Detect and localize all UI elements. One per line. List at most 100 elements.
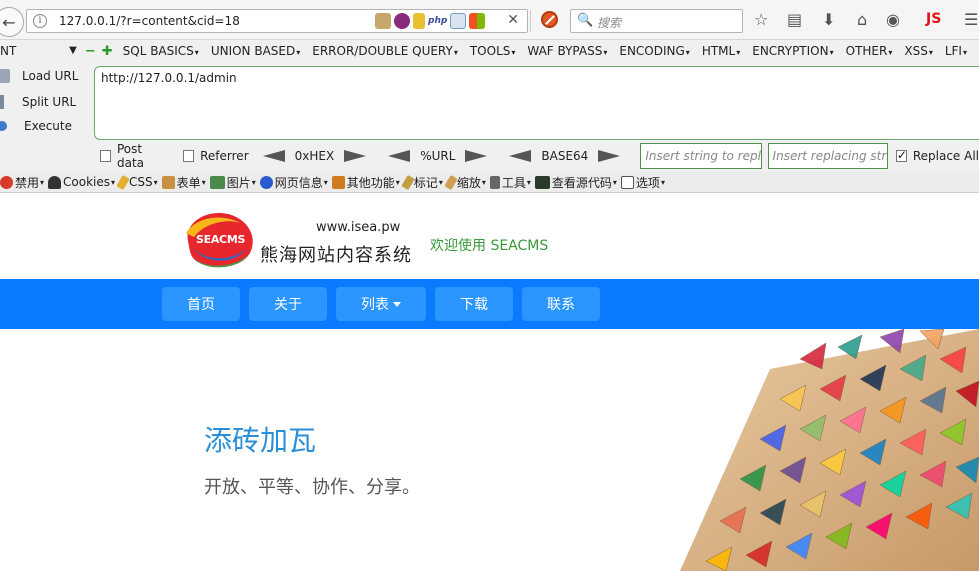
menu-tools[interactable]: TOOLS▾: [470, 44, 516, 58]
menu-union-based[interactable]: UNION BASED▾: [211, 44, 300, 58]
caret-down-icon: [393, 301, 401, 307]
execute-icon: [0, 121, 7, 131]
load-url-button[interactable]: Load URL: [0, 66, 78, 86]
menu-waf-bypass[interactable]: WAF BYPASS▾: [527, 44, 607, 58]
site-header: SEACMS www.isea.pw 熊海网站内容系统 欢迎使用 SEACMS: [0, 193, 979, 279]
urlbar-addon-icons: php: [375, 12, 486, 30]
menu-sql-basics[interactable]: SQL BASICS▾: [123, 44, 199, 58]
toolbar-cookies[interactable]: Cookies ▾: [48, 175, 115, 189]
hex-encoder: 0xHEX: [262, 149, 367, 163]
post-data-label: Post data: [116, 142, 144, 170]
download-icon[interactable]: ⬇: [822, 10, 835, 29]
wrench-icon: [489, 175, 500, 189]
toolbar-forms[interactable]: 表单 ▾: [161, 174, 206, 191]
hackbar-options: Post data Referrer 0xHEX %URL BASE64 Ins…: [0, 142, 979, 170]
resize-icon: [444, 174, 458, 190]
page-edit-icon[interactable]: [450, 13, 467, 29]
hex-label: 0xHEX: [294, 149, 335, 163]
base64-encoder: BASE64: [509, 149, 621, 163]
eggplant-icon[interactable]: [394, 13, 410, 29]
web-developer-toolbar: 禁用 ▾ Cookies ▾ CSS ▾ 表单 ▾ 图片 ▾ 网页信息 ▾ 其他功能 ▾ 标记…: [0, 172, 979, 193]
person-icon: [48, 175, 62, 189]
hero-subtitle: 开放、平等、协作、分享。: [204, 477, 420, 498]
php-icon[interactable]: php: [428, 16, 447, 26]
search-bar[interactable]: 🔍 搜索: [570, 9, 743, 33]
noscript-icon[interactable]: [541, 11, 558, 28]
toolbar-outline[interactable]: 标记 ▾: [401, 174, 443, 191]
reading-list-icon[interactable]: ▤: [787, 10, 802, 29]
home-badge-icon[interactable]: [375, 13, 391, 29]
toolbar-tools[interactable]: 工具 ▾: [489, 174, 531, 191]
post-data-checkbox[interactable]: [100, 150, 111, 162]
toolbar-images[interactable]: 图片 ▾: [209, 174, 256, 191]
url-decode-arrow-icon[interactable]: [388, 150, 411, 162]
back-button[interactable]: ←: [0, 7, 24, 37]
chevron-down-icon: ▼: [69, 45, 77, 56]
image-icon: [209, 175, 225, 189]
split-url-button[interactable]: Split URL: [0, 92, 76, 112]
load-url-icon: [0, 69, 10, 83]
insert-string-input[interactable]: Insert string to replace: [640, 143, 762, 169]
toolbar-options[interactable]: 选项 ▾: [620, 174, 665, 191]
web-page: SEACMS www.isea.pw 熊海网站内容系统 欢迎使用 SEACMS …: [0, 193, 979, 571]
hex-encode-arrow-icon[interactable]: [344, 150, 367, 162]
hackbar-url-textarea[interactable]: http://127.0.0.1/admin: [94, 66, 979, 140]
replace-all-label: Replace All: [912, 149, 979, 163]
url-encode-arrow-icon[interactable]: [465, 150, 488, 162]
referrer-label: Referrer: [200, 149, 249, 163]
execute-label: Execute: [24, 119, 72, 133]
nav-about[interactable]: 关于: [249, 287, 327, 321]
replacing-string-input[interactable]: Insert replacing string: [767, 143, 888, 169]
disable-icon: [0, 175, 13, 189]
menu-icon[interactable]: ☰: [964, 10, 978, 29]
toolbar-divider: [530, 10, 531, 32]
plus-icon[interactable]: ✚: [102, 44, 113, 59]
menu-xss[interactable]: XSS▾: [904, 44, 932, 58]
menu-other[interactable]: OTHER▾: [846, 44, 893, 58]
home-icon[interactable]: ⌂: [857, 10, 867, 29]
bookmark-star-icon[interactable]: ☆: [754, 10, 768, 29]
base64-encode-arrow-icon[interactable]: [598, 150, 621, 162]
hackbar-url-value: http://127.0.0.1/admin: [101, 71, 237, 85]
toolbar-css[interactable]: CSS ▾: [116, 174, 158, 190]
search-placeholder: 搜索: [597, 16, 622, 30]
toolbar-page-info[interactable]: 网页信息 ▾: [259, 174, 328, 191]
load-url-label: Load URL: [22, 69, 79, 83]
info-icon[interactable]: i: [33, 14, 47, 28]
menu-html[interactable]: HTML▾: [702, 44, 740, 58]
menu-error-double-query[interactable]: ERROR/DOUBLE QUERY▾: [312, 44, 458, 58]
toolbar-disable[interactable]: 禁用 ▾: [0, 174, 44, 191]
colored-pencils-image: [650, 329, 979, 571]
misc-icon: [331, 175, 345, 189]
base64-label: BASE64: [541, 149, 589, 163]
execute-button[interactable]: Execute: [0, 116, 72, 136]
menu-encryption[interactable]: ENCRYPTION▾: [752, 44, 833, 58]
close-icon[interactable]: ✕: [507, 12, 519, 28]
js-toggle-badge[interactable]: JS: [926, 11, 941, 27]
globe-icon[interactable]: ◉: [886, 10, 900, 29]
menu-encoding[interactable]: ENCODING▾: [619, 44, 689, 58]
lock-icon[interactable]: [413, 13, 425, 29]
split-url-icon: [0, 95, 4, 109]
replace-all-checkbox[interactable]: [895, 148, 907, 162]
hackbar-select-value: NT: [0, 44, 17, 58]
nav-list[interactable]: 列表: [336, 287, 426, 321]
base64-decode-arrow-icon[interactable]: [509, 150, 532, 162]
menu-lfi[interactable]: LFI▾: [945, 44, 967, 58]
nav-download[interactable]: 下载: [435, 287, 513, 321]
split-url-label: Split URL: [22, 95, 77, 109]
toolbar-misc[interactable]: 其他功能 ▾: [331, 174, 400, 191]
url-bar[interactable]: i 127.0.0.1/?r=content&cid=18 php ✕: [26, 9, 528, 33]
pencil-icon: [116, 174, 130, 190]
nav-home[interactable]: 首页: [162, 287, 240, 321]
minus-icon[interactable]: −: [85, 44, 96, 59]
hex-decode-arrow-icon[interactable]: [262, 150, 285, 162]
hackbar-panel: Load URL Split URL Execute http://127.0.…: [0, 62, 979, 172]
windows-icon[interactable]: [469, 13, 486, 29]
search-icon: 🔍: [577, 13, 594, 28]
hackbar-select[interactable]: NT ▼: [0, 41, 81, 61]
referrer-checkbox[interactable]: [183, 150, 195, 162]
nav-contact[interactable]: 联系: [522, 287, 600, 321]
toolbar-resize[interactable]: 缩放 ▾: [444, 174, 486, 191]
toolbar-view-source[interactable]: 查看源代码 ▾: [534, 174, 617, 191]
